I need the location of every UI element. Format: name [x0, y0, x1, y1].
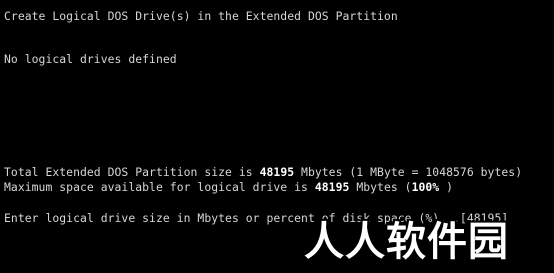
dos-fdisk-screen: Create Logical DOS Drive(s) in the Exten… — [0, 0, 554, 273]
max-space-unit: Mbytes ( — [349, 180, 412, 194]
max-space-label: Maximum space available for logical driv… — [4, 180, 315, 194]
max-space-close: ) — [439, 180, 454, 194]
total-size-label: Total Extended DOS Partition size is — [4, 165, 260, 179]
total-size-value: 48195 — [259, 165, 295, 179]
screen-title: Create Logical DOS Drive(s) in the Exten… — [4, 9, 398, 23]
max-space-value: 48195 — [314, 180, 350, 194]
max-space-percent: 100% — [411, 180, 440, 194]
max-space-line: Maximum space available for logical driv… — [4, 180, 453, 194]
total-partition-size-line: Total Extended DOS Partition size is 481… — [4, 165, 522, 179]
status-message: No logical drives defined — [4, 52, 177, 66]
total-size-unit: Mbytes (1 MByte = 1048576 bytes) — [294, 165, 523, 179]
site-watermark: 人人软件园 — [304, 219, 509, 265]
